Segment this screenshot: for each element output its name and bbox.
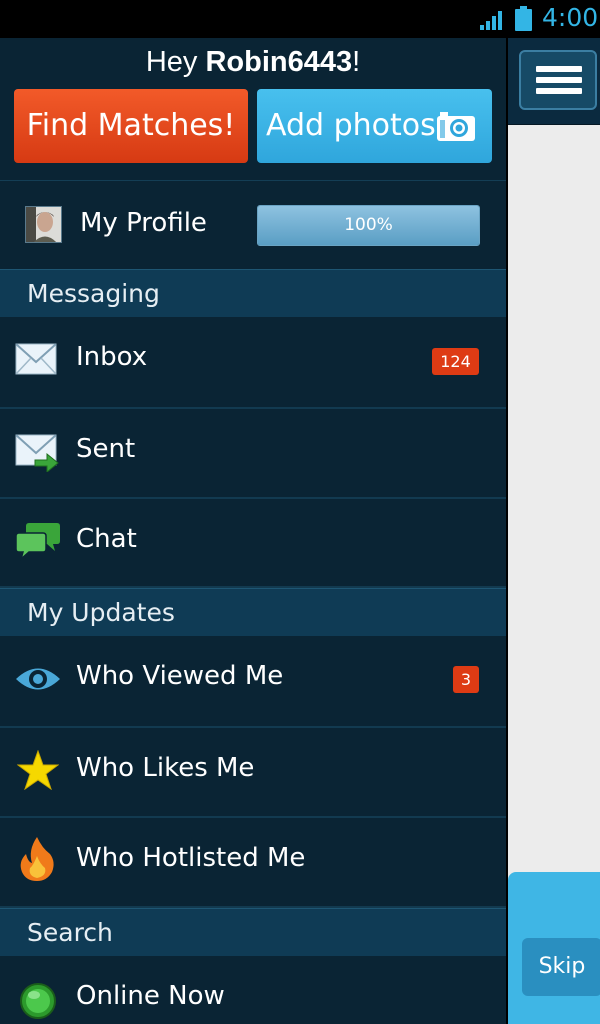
section-header-search: Search (0, 908, 506, 956)
inbox-count-badge: 124 (432, 348, 479, 375)
menu-item-online-now[interactable]: Online Now (0, 956, 506, 1024)
hamburger-icon (536, 66, 582, 72)
skip-button[interactable]: Skip (522, 938, 600, 996)
profile-completion-text: 100% (344, 215, 393, 235)
sent-envelope-icon (15, 434, 59, 472)
username: Robin6443 (205, 46, 353, 78)
menu-item-inbox[interactable]: Inbox 124 (0, 317, 506, 409)
menu-item-who-hotlisted-me[interactable]: Who Hotlisted Me (0, 818, 506, 908)
signal-strength-icon (480, 11, 502, 30)
star-icon (17, 750, 59, 790)
navigation-drawer: Hey Robin6443! Find Matches! Add photos (0, 38, 506, 1024)
menu-toggle-button[interactable] (519, 50, 597, 110)
greeting: Hey Robin6443! (145, 46, 361, 78)
menu-item-who-viewed-me[interactable]: Who Viewed Me 3 (0, 636, 506, 728)
menu-item-sent[interactable]: Sent (0, 409, 506, 499)
envelope-icon (15, 343, 57, 375)
my-profile-label: My Profile (80, 208, 207, 238)
online-dot-icon (20, 983, 56, 1019)
my-profile-row[interactable]: My Profile 100% (0, 180, 506, 269)
chat-bubbles-icon (15, 523, 60, 561)
viewed-count-badge: 3 (453, 666, 479, 693)
section-header-my-updates: My Updates (0, 588, 506, 636)
drawer-header: Hey Robin6443! Find Matches! Add photos (0, 38, 506, 180)
eye-icon (16, 668, 60, 690)
action-bar (508, 38, 600, 125)
profile-completion-bar: 100% (257, 205, 480, 246)
status-bar: 4:00 (0, 0, 600, 38)
main-content-pane: Skip (508, 38, 600, 1024)
battery-icon (515, 6, 532, 31)
avatar (25, 206, 62, 243)
menu-item-who-likes-me[interactable]: Who Likes Me (0, 728, 506, 818)
tour-panel: Skip (508, 872, 600, 1024)
add-photos-button[interactable]: Add photos (257, 89, 492, 163)
camera-icon (437, 112, 475, 141)
add-photos-label: Add photos (266, 108, 436, 143)
status-clock: 4:00 (542, 3, 599, 32)
flame-icon (20, 837, 54, 881)
section-header-messaging: Messaging (0, 269, 506, 317)
menu-item-chat[interactable]: Chat (0, 499, 506, 588)
find-matches-button[interactable]: Find Matches! (14, 89, 248, 163)
